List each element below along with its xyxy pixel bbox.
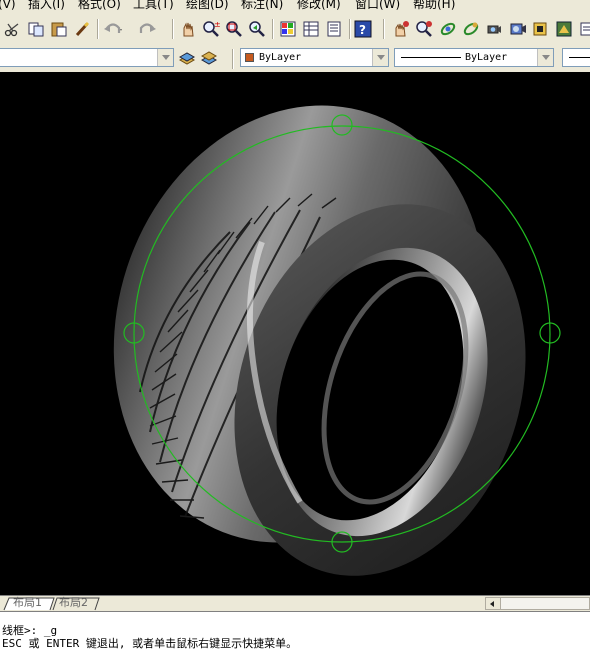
swivel-icon[interactable] <box>483 18 505 40</box>
render-icon[interactable] <box>553 18 575 40</box>
tool-palettes-icon[interactable] <box>323 18 345 40</box>
menu-insert[interactable]: 插入(I) <box>28 0 65 12</box>
menu-modify[interactable]: 修改(M) <box>297 0 341 12</box>
menu-format[interactable]: 格式(O) <box>78 0 121 12</box>
horizontal-scrollbar[interactable] <box>485 597 590 610</box>
redo-icon[interactable] <box>136 18 158 40</box>
chevron-down-icon[interactable] <box>372 49 388 66</box>
menu-bar: (V) 插入(I) 格式(O) 工具(T) 绘图(D) 标注(N) 修改(M) … <box>0 0 590 13</box>
chevron-down-icon[interactable] <box>157 49 173 66</box>
menu-dimension[interactable]: 标注(N) <box>241 0 283 12</box>
tab-layout-2[interactable]: 布局2 <box>59 596 88 610</box>
zoom-3d-icon[interactable] <box>413 18 435 40</box>
linetype-combo[interactable]: ByLayer <box>394 48 554 67</box>
scroll-left-button[interactable] <box>486 598 501 609</box>
chevron-down-icon[interactable] <box>537 49 553 66</box>
properties-icon[interactable] <box>277 18 299 40</box>
color-combo[interactable]: ByLayer <box>240 48 389 67</box>
copy-icon[interactable] <box>25 18 47 40</box>
linetype-preview <box>401 57 461 58</box>
layout-tabs-bar: 布局1 布局2 <box>0 595 590 612</box>
pan-icon[interactable] <box>177 18 199 40</box>
command-line[interactable]: 线框>: _g ESC 或 ENTER 键退出, 或者单击鼠标右键显示快捷菜单。 <box>0 611 590 653</box>
color-combo-value: ByLayer <box>259 52 302 63</box>
svg-text:?: ? <box>359 23 366 37</box>
properties-toolbar: ByLayer ByLayer <box>0 45 590 73</box>
design-center-icon[interactable] <box>300 18 322 40</box>
menu-window[interactable]: 窗口(W) <box>355 0 400 12</box>
layer-previous-icon[interactable] <box>198 47 220 69</box>
zoom-previous-icon[interactable] <box>246 18 268 40</box>
tab-layout-1[interactable]: 布局1 <box>13 596 42 610</box>
svg-text:±: ± <box>214 20 220 29</box>
camera-icon[interactable] <box>530 18 552 40</box>
linetype-combo-value: ByLayer <box>465 52 508 63</box>
help-icon[interactable]: ? <box>352 18 374 40</box>
lineweight-combo[interactable] <box>562 48 590 67</box>
menu-view[interactable]: (V) <box>0 0 16 12</box>
make-layer-current-icon[interactable] <box>176 47 198 69</box>
layer-combo[interactable] <box>0 48 174 67</box>
toolbar-overflow-icon[interactable] <box>576 18 590 40</box>
cut-icon[interactable] <box>2 18 24 40</box>
orbit-icon[interactable] <box>437 18 459 40</box>
walk-icon[interactable] <box>507 18 529 40</box>
command-prompt-line: ESC 或 ENTER 键退出, 或者单击鼠标右键显示快捷菜单。 <box>2 637 298 650</box>
undo-icon[interactable] <box>102 18 124 40</box>
command-history-line: 线框>: _g <box>2 624 58 637</box>
match-properties-icon[interactable] <box>71 18 93 40</box>
menu-draw[interactable]: 绘图(D) <box>186 0 229 12</box>
drawing-area[interactable] <box>0 72 590 595</box>
menu-tools[interactable]: 工具(T) <box>133 0 174 12</box>
tire-model <box>113 105 561 576</box>
continuous-orbit-icon[interactable] <box>460 18 482 40</box>
color-swatch <box>245 53 254 62</box>
menu-help[interactable]: 帮助(H) <box>413 0 455 12</box>
lineweight-preview <box>569 57 590 58</box>
paste-icon[interactable] <box>48 18 70 40</box>
zoom-window-icon[interactable] <box>223 18 245 40</box>
zoom-realtime-icon[interactable]: ± <box>200 18 222 40</box>
standard-toolbar: ± ? <box>0 13 590 46</box>
pan-3d-icon[interactable] <box>390 18 412 40</box>
